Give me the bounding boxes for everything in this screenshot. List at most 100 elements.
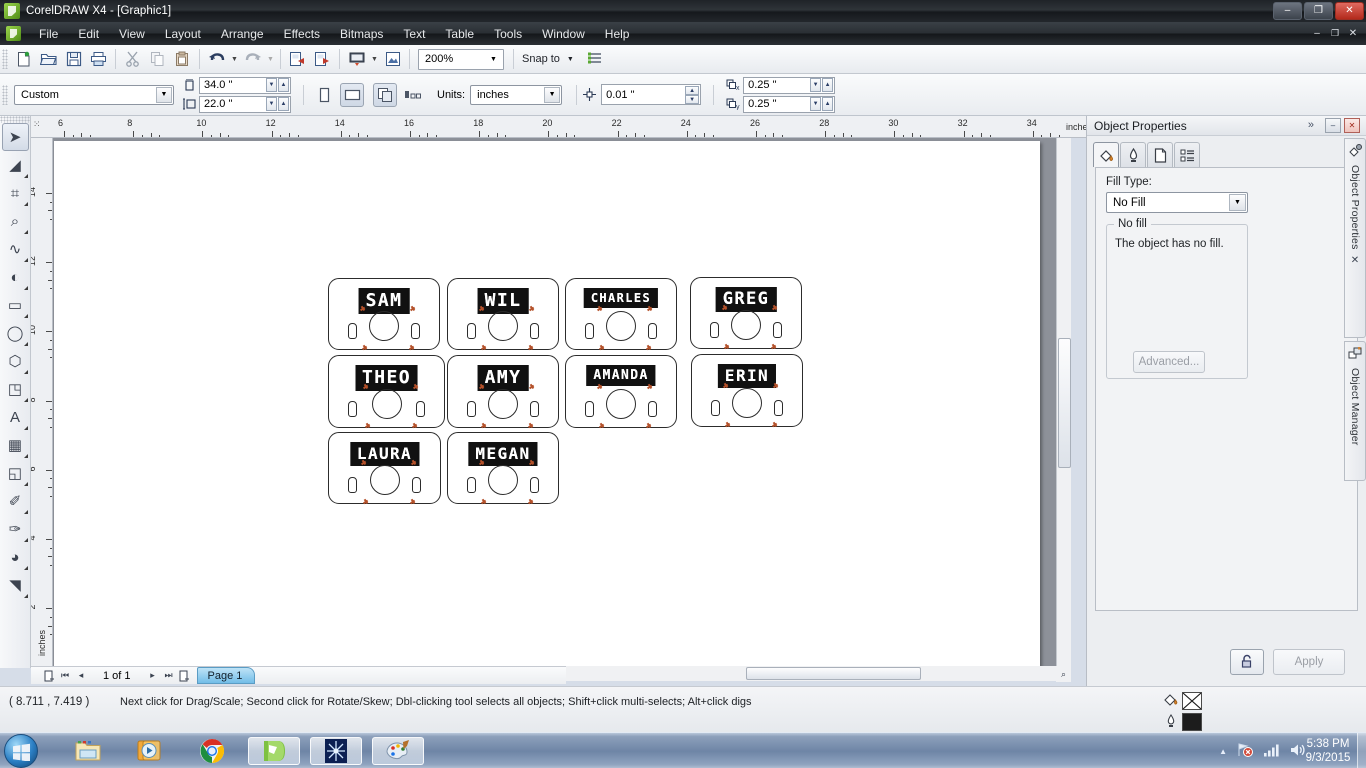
snap-to-button[interactable]: Snap to ▼: [518, 53, 578, 65]
cut-icon[interactable]: [120, 47, 145, 71]
rectangle-tool[interactable]: ▭: [2, 291, 29, 319]
nudge-offset-input[interactable]: 0.01 " ▲ ▼: [601, 84, 702, 105]
horizontal-ruler[interactable]: ⁙ 6 8 10 12 14 16 18 20 22 24 26 28 30 32 34 inches: [31, 116, 1086, 138]
drawing-canvas[interactable]: SAM WIL CHARLES GREG THEO AMY AMANDA ERIN LAURA M…: [53, 138, 1056, 668]
horizontal-scrollbar[interactable]: [566, 666, 1056, 681]
name-badge[interactable]: WIL: [447, 278, 559, 350]
menu-tools[interactable]: Tools: [484, 24, 532, 44]
property-bar-grip[interactable]: [2, 84, 8, 105]
page-tab-page-1[interactable]: Page 1: [196, 667, 256, 684]
flyout-arrow-icon[interactable]: [23, 426, 28, 430]
last-page-button[interactable]: ⏭: [161, 668, 177, 684]
text-tool[interactable]: A: [2, 403, 29, 431]
fill-type-combo[interactable]: No Fill ▼: [1106, 192, 1248, 213]
table-tool[interactable]: ▦: [2, 431, 29, 459]
options-icon[interactable]: [584, 47, 609, 71]
all-pages-icon[interactable]: [373, 82, 397, 107]
duplicate-y-input[interactable]: 0.25 " ▼ ▲: [743, 95, 836, 113]
side-tab-object-properties[interactable]: Object Properties ✕: [1344, 138, 1366, 338]
import-icon[interactable]: [285, 47, 310, 71]
taskbar-clock[interactable]: 5:38 PM 9/3/2015: [1304, 737, 1352, 765]
paper-type-combo[interactable]: Custom ▼: [14, 84, 174, 105]
taskbar-explorer[interactable]: [62, 737, 114, 765]
flyout-arrow-icon[interactable]: [23, 370, 28, 374]
page-height-spin-up[interactable]: ▲: [278, 96, 289, 111]
zoom-tool[interactable]: ⌕: [2, 207, 29, 235]
advanced-button[interactable]: Advanced...: [1133, 351, 1205, 373]
print-icon[interactable]: [86, 47, 111, 71]
name-badge[interactable]: GREG: [690, 277, 802, 349]
menu-layout[interactable]: Layout: [155, 24, 211, 44]
copy-icon[interactable]: [145, 47, 170, 71]
page-1[interactable]: SAM WIL CHARLES GREG THEO AMY AMANDA ERIN LAURA M…: [54, 141, 1040, 666]
signal-icon[interactable]: [1263, 743, 1280, 760]
smart-fill-tool[interactable]: ◐: [2, 263, 29, 291]
ellipse-tool[interactable]: ◯: [2, 319, 29, 347]
crop-tool[interactable]: ⌗: [2, 179, 29, 207]
previous-page-button[interactable]: ◂: [73, 668, 89, 684]
menu-window[interactable]: Window: [532, 24, 595, 44]
vertical-ruler[interactable]: 14 12 10 8 6 4 2 inches: [31, 138, 53, 668]
flyout-arrow-icon[interactable]: [23, 174, 28, 178]
chevron-down-icon[interactable]: ▼: [567, 56, 574, 63]
next-page-button[interactable]: ▸: [145, 668, 161, 684]
document-icon[interactable]: [6, 26, 21, 41]
flyout-arrow-icon[interactable]: [23, 230, 28, 234]
docker-close-button[interactable]: ✕: [1344, 118, 1360, 133]
zoom-to-fit-icon[interactable]: ⌕: [1056, 666, 1071, 682]
application-launcher-icon[interactable]: [380, 47, 405, 71]
add-page-start-button[interactable]: [41, 668, 57, 684]
menu-effects[interactable]: Effects: [274, 24, 330, 44]
zoom-level-combo[interactable]: 200% ▼: [418, 48, 504, 70]
page-height-spin-down[interactable]: ▼: [266, 96, 277, 111]
chevron-down-icon[interactable]: ▼: [544, 86, 561, 103]
launch-icon[interactable]: [344, 47, 369, 71]
page-height-input[interactable]: 22.0 " ▼ ▲: [199, 95, 291, 113]
name-badge[interactable]: THEO: [328, 355, 445, 428]
chevron-double-right-icon[interactable]: »: [1308, 119, 1314, 131]
name-badge[interactable]: AMY: [447, 355, 559, 428]
menu-view[interactable]: View: [109, 24, 155, 44]
flyout-arrow-icon[interactable]: [23, 454, 28, 458]
new-icon[interactable]: [11, 47, 36, 71]
toolbox-grip[interactable]: [0, 116, 30, 123]
flyout-arrow-icon[interactable]: [23, 510, 28, 514]
network-error-icon[interactable]: [1236, 742, 1254, 761]
tab-general[interactable]: [1147, 142, 1173, 167]
basic-shapes-tool[interactable]: ◳: [2, 375, 29, 403]
units-combo[interactable]: inches ▼: [470, 84, 563, 105]
flyout-arrow-icon[interactable]: [23, 258, 28, 262]
taskbar-paint[interactable]: [372, 737, 424, 765]
redo-dropdown-caret[interactable]: ▼: [265, 47, 276, 71]
name-badge[interactable]: MEGAN: [447, 432, 559, 504]
taskbar-snowflake-app[interactable]: [310, 737, 362, 765]
landscape-icon[interactable]: [340, 82, 364, 107]
fill-tool[interactable]: ◕: [2, 543, 29, 571]
flyout-arrow-icon[interactable]: [23, 202, 28, 206]
menu-edit[interactable]: Edit: [68, 24, 109, 44]
document-restore-button[interactable]: ❐: [1326, 25, 1344, 41]
page-width-spin-up[interactable]: ▲: [278, 77, 289, 92]
interactive-fill-tool[interactable]: ◥: [2, 571, 29, 599]
menu-file[interactable]: File: [29, 24, 68, 44]
ruler-origin-icon[interactable]: ⁙: [33, 119, 41, 130]
taskbar-chrome[interactable]: [186, 737, 238, 765]
eyedropper-tool[interactable]: ✐: [2, 487, 29, 515]
side-tab-close-icon[interactable]: ✕: [1351, 255, 1359, 266]
current-page-icon[interactable]: [401, 83, 425, 107]
menu-arrange[interactable]: Arrange: [211, 24, 274, 44]
tab-outline[interactable]: [1120, 142, 1146, 167]
portrait-icon[interactable]: [312, 83, 336, 107]
redo-icon[interactable]: [240, 47, 265, 71]
name-badge[interactable]: SAM: [328, 278, 440, 350]
name-badge[interactable]: CHARLES: [565, 278, 677, 350]
save-icon[interactable]: [61, 47, 86, 71]
duplicate-x-spin-up[interactable]: ▲: [822, 77, 834, 92]
menu-bitmaps[interactable]: Bitmaps: [330, 24, 393, 44]
outline-tool[interactable]: ✑: [2, 515, 29, 543]
start-button[interactable]: [4, 734, 38, 768]
nudge-spin-up[interactable]: ▲: [685, 86, 700, 95]
chevron-down-icon[interactable]: ▼: [156, 86, 172, 103]
polygon-tool[interactable]: ⬡: [2, 347, 29, 375]
vertical-scrollbar-thumb[interactable]: [1058, 338, 1071, 468]
